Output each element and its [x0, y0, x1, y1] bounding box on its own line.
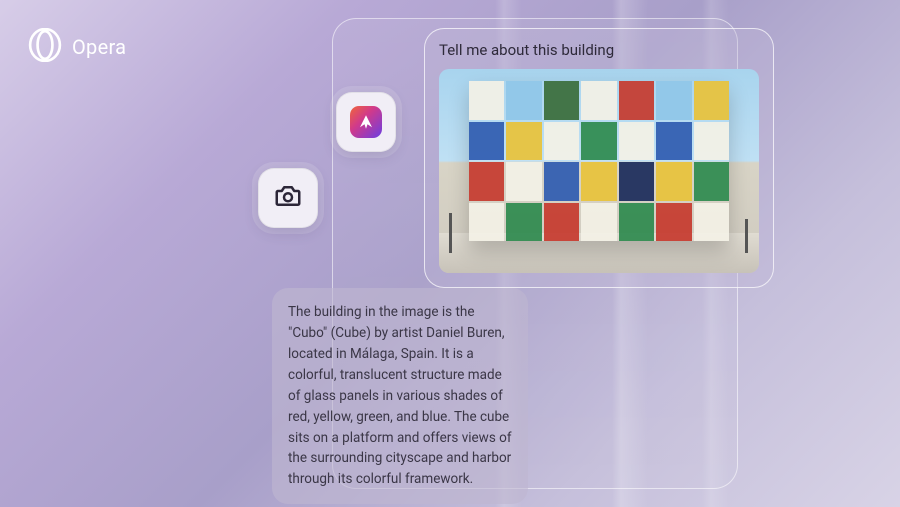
- opera-icon: [28, 28, 62, 66]
- user-message-bubble: Tell me about this building: [424, 28, 774, 288]
- building-illustration: [469, 81, 729, 241]
- assistant-response-text: The building in the image is the "Cubo" …: [288, 304, 512, 487]
- aria-icon: [350, 106, 382, 138]
- assistant-response-bubble: The building in the image is the "Cubo" …: [272, 288, 528, 504]
- aria-assistant-button[interactable]: [336, 92, 396, 152]
- camera-icon: [273, 181, 303, 215]
- camera-button[interactable]: [258, 168, 318, 228]
- brand-logo: Opera: [28, 28, 126, 66]
- user-prompt-text: Tell me about this building: [439, 41, 759, 59]
- attached-photo[interactable]: [439, 69, 759, 273]
- brand-name: Opera: [72, 35, 126, 59]
